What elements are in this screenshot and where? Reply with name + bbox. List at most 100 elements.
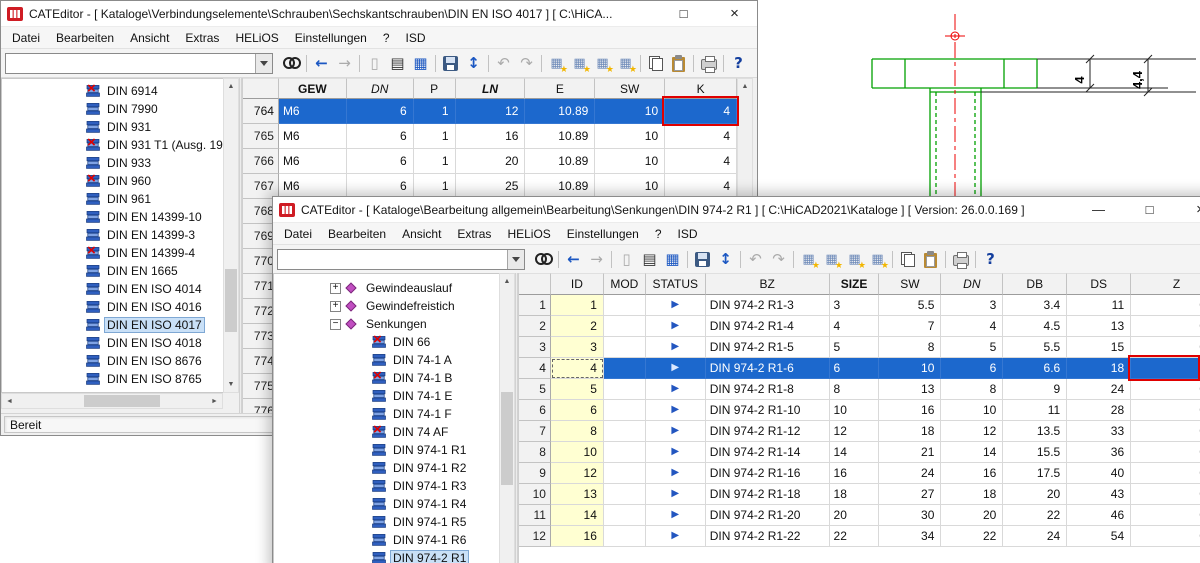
insert-column-right-icon[interactable]: ▦ [866,248,889,271]
cell-id[interactable]: 2 [551,316,604,337]
column-header-ds[interactable]: DS [1067,273,1131,295]
scrollbar-thumb[interactable] [84,395,160,407]
help-icon[interactable]: ? [979,248,1002,271]
cell-size[interactable]: 10 [830,400,880,421]
separator[interactable] [972,248,979,271]
row-number-cell[interactable]: 9 [519,463,551,484]
scroll-up-button[interactable]: ▲ [738,79,752,94]
cell-z[interactable]: 0.4 [1131,295,1200,316]
cell-db[interactable]: 3.4 [1003,295,1067,316]
cell-db[interactable]: 5.5 [1003,337,1067,358]
cell-status[interactable]: ▶ [646,358,706,379]
separator[interactable] [942,248,949,271]
insert-column-left-icon[interactable]: ▦ [591,52,614,75]
cell-mod[interactable] [604,421,646,442]
tree-item[interactable]: − × Senkungen [274,315,499,333]
cell-status[interactable]: ▶ [646,442,706,463]
cell-status[interactable]: ▶ [646,337,706,358]
cell-mod[interactable] [604,526,646,547]
tree-item[interactable]: × DIN 74 AF [274,423,499,441]
row-number-cell[interactable]: 4 [519,358,551,379]
cell-id[interactable]: 12 [551,463,604,484]
tree-item[interactable]: × DIN 74-1 F [274,405,499,423]
menu-item[interactable]: Datei [276,225,320,243]
cad-drawing-viewport[interactable]: 4 4,4 [756,0,1200,196]
print-icon[interactable] [949,248,972,271]
back-icon[interactable]: ← [310,52,333,75]
menu-item[interactable]: ? [375,29,398,47]
combobox-dropdown-button[interactable] [507,250,524,269]
cell-id[interactable]: 10 [551,442,604,463]
cell-id[interactable]: 13 [551,484,604,505]
cell-ds[interactable]: 18 [1067,358,1131,379]
cell-mod[interactable] [604,484,646,505]
cell-ds[interactable]: 24 [1067,379,1131,400]
corner-header-cell[interactable] [519,273,551,295]
tree-item[interactable]: × DIN EN ISO 4016 [2,298,223,316]
column-header-dn[interactable]: DN [941,273,1003,295]
search-combobox[interactable] [277,249,525,270]
row-number-cell[interactable]: 766 [243,149,279,174]
cell-mod[interactable] [604,295,646,316]
cell-k[interactable]: 4 [665,149,737,174]
cell-ln[interactable]: 12 [456,99,526,124]
tree-item[interactable]: + × Gewindefreistich [274,297,499,315]
menu-item[interactable]: Bearbeiten [320,225,394,243]
column-header-k[interactable]: K [665,78,737,99]
tree-item[interactable]: × DIN EN ISO 8765 [2,370,223,388]
scrollbar-thumb[interactable] [225,269,237,331]
cell-dn[interactable]: 22 [941,526,1003,547]
cell-p[interactable]: 1 [414,99,456,124]
tree-item[interactable]: + × Gewindeauslauf [274,279,499,297]
tree-expander-icon[interactable]: − [330,319,341,330]
cell-z[interactable]: 0.6 [1131,400,1200,421]
cell-ds[interactable]: 11 [1067,295,1131,316]
separator[interactable] [684,248,691,271]
cell-z[interactable]: 0.6 [1131,379,1200,400]
menu-item[interactable]: Bearbeiten [48,29,122,47]
cell-p[interactable]: 1 [414,124,456,149]
cell-ln[interactable]: 20 [456,149,526,174]
cell-k[interactable]: 4 [665,124,737,149]
insert-column-left-icon[interactable]: ▦ [843,248,866,271]
cell-ds[interactable]: 40 [1067,463,1131,484]
corner-header-cell[interactable] [243,78,279,99]
separator[interactable] [790,248,797,271]
menu-item[interactable]: Extras [177,29,227,47]
cell-status[interactable]: ▶ [646,505,706,526]
scrollbar-track[interactable] [500,289,514,561]
cell-mod[interactable] [604,463,646,484]
cell-db[interactable]: 13.5 [1003,421,1067,442]
scrollbar-track[interactable] [17,394,207,408]
table-properties-icon[interactable]: ▦ [661,248,684,271]
separator[interactable] [720,52,727,75]
cell-id[interactable]: 5 [551,379,604,400]
column-header-ln[interactable]: LN [456,78,526,99]
tree-vertical-scrollbar[interactable]: ▲ ▼ [223,78,239,393]
cell-dn[interactable]: 14 [941,442,1003,463]
cell-size[interactable]: 20 [830,505,880,526]
table-properties-icon[interactable]: ▦ [409,52,432,75]
cell-ds[interactable]: 28 [1067,400,1131,421]
cell-z[interactable]: 0.4 [1131,358,1200,379]
cell-dn[interactable]: 12 [941,421,1003,442]
cell-db[interactable]: 9 [1003,379,1067,400]
tree-item[interactable]: × DIN 974-1 R4 [274,495,499,513]
cell-id[interactable]: 3 [551,337,604,358]
cell-db[interactable]: 11 [1003,400,1067,421]
cell-sw[interactable]: 16 [879,400,941,421]
cell-db[interactable]: 22 [1003,505,1067,526]
tree-item[interactable]: × DIN 974-1 R6 [274,531,499,549]
cell-gew[interactable]: M6 [279,99,347,124]
menu-item[interactable]: Extras [449,225,499,243]
tree-item[interactable]: × DIN 974-2 R1 [274,549,499,563]
row-number-cell[interactable]: 12 [519,526,551,547]
column-header-e[interactable]: E [525,78,595,99]
column-header-mod[interactable]: MOD [604,273,646,295]
close-button[interactable]: × [1178,197,1200,223]
cell-mod[interactable] [604,316,646,337]
cell-sw[interactable]: 21 [879,442,941,463]
title-bar[interactable]: CATEditor - [ Kataloge\Bearbeitung allge… [273,197,1200,223]
menu-item[interactable]: Ansicht [122,29,177,47]
table-view-icon[interactable]: ▤ [638,248,661,271]
